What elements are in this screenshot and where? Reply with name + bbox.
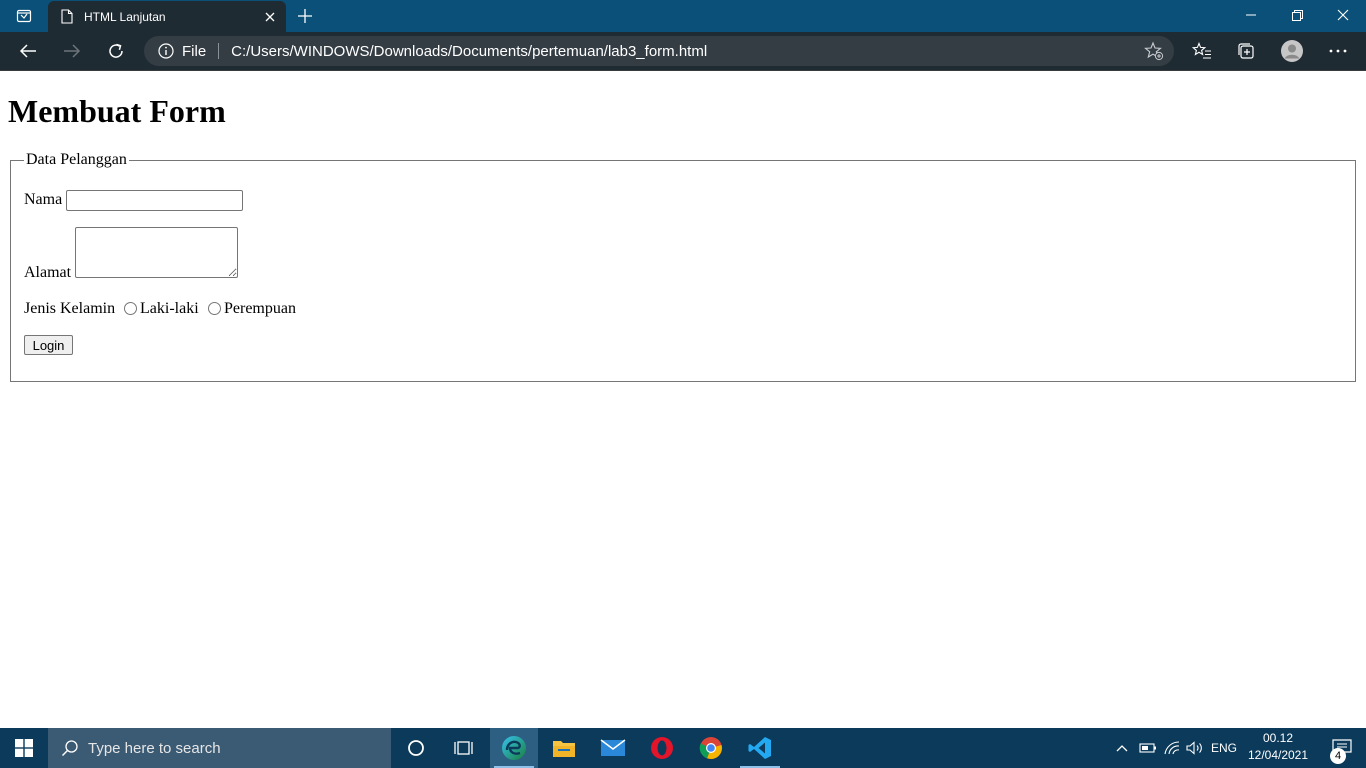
customer-fieldset: Data Pelanggan Nama Alamat Jenis Kelamin… <box>10 151 1356 382</box>
opera-icon[interactable] <box>638 728 686 768</box>
info-icon[interactable] <box>158 43 174 59</box>
address-separator <box>218 43 220 59</box>
profile-avatar[interactable] <box>1274 35 1310 67</box>
close-tab-icon[interactable] <box>258 5 282 29</box>
address-bar[interactable]: File C:/Users/WINDOWS/Downloads/Document… <box>144 36 1174 66</box>
mail-icon[interactable] <box>589 728 637 768</box>
cortana-icon[interactable] <box>392 728 440 768</box>
document-icon <box>60 9 74 25</box>
add-favorite-icon[interactable] <box>1140 37 1168 65</box>
taskbar-search-box[interactable]: Type here to search <box>48 728 391 768</box>
page-viewport: Membuat Form Data Pelanggan Nama Alamat … <box>0 71 1366 728</box>
clock-date: 12/04/2021 <box>1247 748 1309 762</box>
fieldset-legend: Data Pelanggan <box>24 151 129 169</box>
address-label: Alamat <box>24 264 72 281</box>
gender-label: Jenis Kelamin <box>24 300 116 317</box>
battery-icon[interactable] <box>1136 728 1160 768</box>
close-window-icon[interactable] <box>1320 0 1366 30</box>
file-explorer-icon[interactable] <box>540 728 588 768</box>
edge-app-icon[interactable] <box>490 728 538 768</box>
minimize-icon[interactable] <box>1228 0 1274 30</box>
address-textarea[interactable] <box>75 227 238 278</box>
new-tab-icon[interactable] <box>292 4 318 28</box>
collections-icon[interactable] <box>1228 35 1264 67</box>
restore-icon[interactable] <box>1274 0 1320 30</box>
wifi-icon[interactable] <box>1160 728 1184 768</box>
refresh-icon[interactable] <box>100 35 132 67</box>
taskbar-clock[interactable]: 00.12 12/04/2021 <box>1240 730 1316 766</box>
volume-icon[interactable] <box>1183 728 1207 768</box>
radio-female[interactable] <box>208 302 221 315</box>
search-icon <box>60 738 80 758</box>
windows-start-icon[interactable] <box>0 728 48 768</box>
radio-male[interactable] <box>124 302 137 315</box>
favorites-icon[interactable] <box>1184 35 1220 67</box>
task-view-icon[interactable] <box>440 728 488 768</box>
page-heading: Membuat Form <box>8 93 226 129</box>
login-button[interactable]: Login <box>24 335 73 355</box>
browser-tab-bar: HTML Lanjutan <box>0 0 1366 32</box>
browser-toolbar: File C:/Users/WINDOWS/Downloads/Document… <box>0 32 1366 70</box>
vscode-icon[interactable] <box>736 728 784 768</box>
radio-female-label: Perempuan <box>224 300 296 317</box>
forward-icon[interactable] <box>56 35 88 67</box>
scheme-label: File <box>182 42 207 60</box>
windows-taskbar: Type here to search ENG 00.12 12/04/2021 <box>0 728 1366 768</box>
clock-time: 00.12 <box>1262 731 1294 745</box>
notification-badge: 4 <box>1330 748 1346 764</box>
tab-actions-icon[interactable] <box>8 5 40 27</box>
back-icon[interactable] <box>12 35 44 67</box>
browser-tab-active[interactable]: HTML Lanjutan <box>48 1 286 32</box>
url-text[interactable]: C:/Users/WINDOWS/Downloads/Documents/per… <box>231 43 1140 60</box>
more-options-icon[interactable] <box>1320 35 1356 67</box>
radio-male-label: Laki-laki <box>140 300 199 317</box>
tab-title: HTML Lanjutan <box>84 9 166 24</box>
name-label: Nama <box>24 191 63 208</box>
language-indicator[interactable]: ENG <box>1208 728 1240 768</box>
chevron-up-icon[interactable] <box>1110 728 1134 768</box>
chrome-icon[interactable] <box>687 728 735 768</box>
name-input[interactable] <box>66 190 243 211</box>
search-placeholder: Type here to search <box>88 739 221 757</box>
